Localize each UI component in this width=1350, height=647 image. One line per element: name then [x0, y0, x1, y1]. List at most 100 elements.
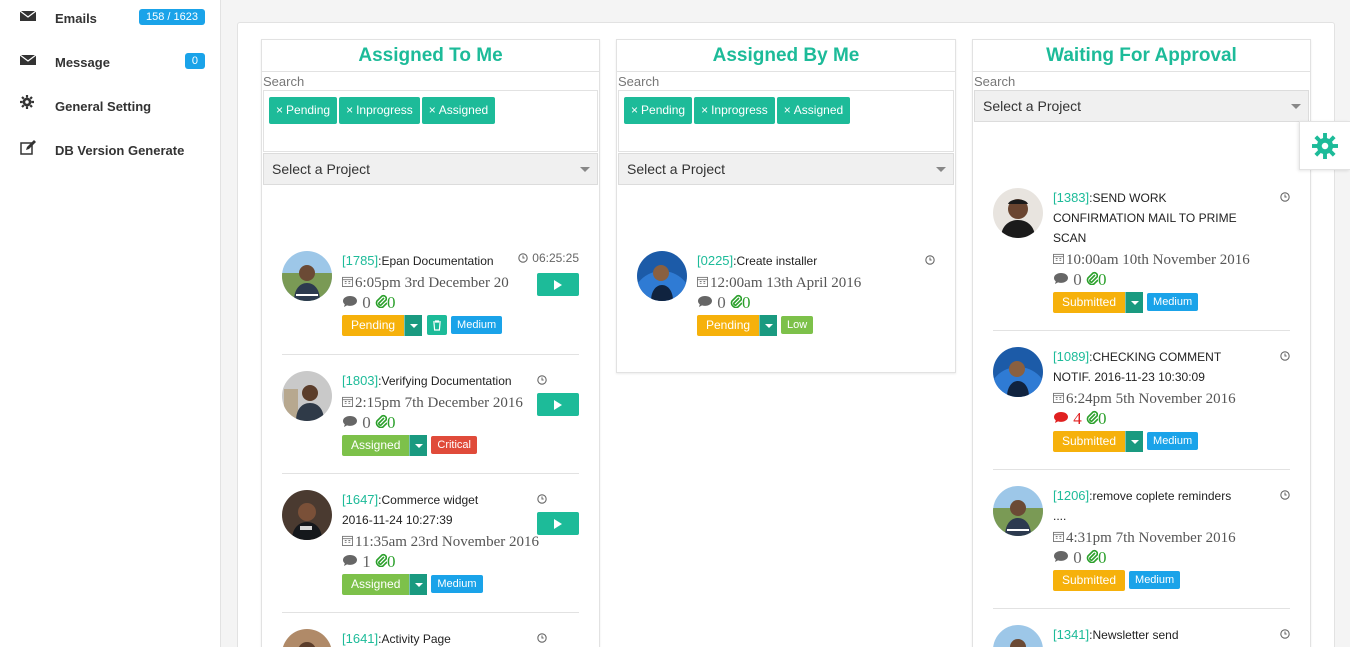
settings-toggle-button[interactable] [1299, 121, 1350, 170]
filter-tag[interactable]: × Pending [269, 97, 338, 124]
remove-tag-icon[interactable]: × [701, 103, 708, 117]
sidebar-item-general-setting[interactable]: General Setting [0, 90, 220, 134]
remove-tag-icon[interactable]: × [784, 103, 791, 117]
remove-tag-icon[interactable]: × [429, 103, 436, 117]
project-select[interactable]: Select a Project [974, 90, 1309, 122]
comment-icon [698, 296, 712, 307]
gear-icon [1312, 133, 1338, 159]
comment-icon [343, 555, 357, 566]
task-counts: 0 0 [697, 293, 935, 314]
task-id-link[interactable]: [0225] [697, 253, 733, 268]
task-counts: 0 0 [342, 413, 579, 434]
clock-icon [1280, 629, 1290, 639]
edit-icon [20, 140, 36, 155]
remove-tag-icon[interactable]: × [631, 103, 638, 117]
task-id-link[interactable]: [1206] [1053, 488, 1089, 503]
envelope-icon [20, 10, 36, 21]
paperclip-icon [375, 414, 388, 429]
sidebar-item-emails[interactable]: Emails 158 / 1623 [0, 2, 220, 46]
comment-icon [343, 416, 357, 427]
filter-tag[interactable]: × Assigned [421, 97, 496, 124]
calendar-icon [1053, 531, 1064, 542]
status-dropdown-button[interactable]: Submitted [1053, 292, 1144, 313]
paperclip-icon [730, 294, 743, 309]
priority-badge: Medium [1147, 432, 1199, 450]
status-dropdown-button[interactable]: Assigned [342, 435, 428, 456]
paperclip-icon [1086, 549, 1099, 564]
remove-tag-icon[interactable]: × [276, 103, 283, 117]
sidebar-item-db-version-generate[interactable]: DB Version Generate [0, 134, 220, 178]
task-id-link[interactable]: [1803] [342, 373, 378, 388]
task-item: [1803]:Verifying Documentation 2:15pm 7t… [282, 371, 579, 461]
priority-badge: Low [781, 316, 814, 334]
task-id-link[interactable]: [1641] [342, 631, 378, 646]
task-item: [1341]:Newsletter send [993, 625, 1290, 647]
remove-tag-icon[interactable]: × [346, 103, 353, 117]
task-counts: 1 0 [342, 552, 579, 573]
status-dropdown-button[interactable]: Assigned [342, 574, 428, 595]
clock-icon [1280, 351, 1290, 361]
divider [993, 469, 1290, 470]
comment-icon [1054, 412, 1068, 423]
avatar [282, 251, 332, 301]
task-title: :Epan Documentation [378, 254, 494, 268]
filter-tag[interactable]: × Inprogress [694, 97, 775, 124]
filter-tag[interactable]: × Pending [624, 97, 693, 124]
task-date: 4:31pm 7th November 2016 [1053, 530, 1290, 547]
caret-down-icon[interactable] [1125, 431, 1144, 452]
caret-down-icon[interactable] [409, 435, 428, 456]
task-date: 12:00am 13th April 2016 [697, 275, 935, 292]
sidebar-item-message[interactable]: Message 0 [0, 46, 220, 90]
task-counts: 0 0 [1053, 548, 1290, 569]
task-title-continued: NOTIF. 2016-11-23 10:30:09 [1053, 370, 1205, 384]
calendar-icon [1053, 392, 1064, 403]
task-title: :SEND WORK [1089, 191, 1167, 205]
count-badge: 158 / 1623 [139, 9, 205, 25]
calendar-icon [697, 276, 708, 287]
task-id-link[interactable]: [1785] [342, 253, 378, 268]
task-item: [0225]:Create installer 12:00am 13th Apr… [637, 251, 935, 341]
caret-down-icon[interactable] [759, 315, 778, 336]
calendar-icon [342, 276, 353, 287]
task-date: 10:00am 10th November 2016 [1053, 252, 1290, 269]
task-counts: 0 0 [1053, 270, 1290, 291]
start-timer-button[interactable] [537, 393, 579, 416]
column-waiting-for-approval: Waiting For Approval Search Select a Pro… [972, 39, 1311, 647]
task-id-link[interactable]: [1089] [1053, 349, 1089, 364]
comment-icon [343, 296, 357, 307]
status-filter-input[interactable]: × Pending × Inprogress × Assigned [618, 90, 954, 152]
task-counts: 4 0 [1053, 409, 1290, 430]
paperclip-icon [1086, 271, 1099, 286]
trash-icon [433, 320, 442, 331]
start-timer-button[interactable] [537, 512, 579, 535]
caret-down-icon[interactable] [409, 574, 428, 595]
filter-tag[interactable]: × Assigned [776, 97, 851, 124]
project-select[interactable]: Select a Project [263, 153, 598, 185]
project-select[interactable]: Select a Project [618, 153, 954, 185]
task-item: [1383]:SEND WORK CONFIRMATION MAIL TO PR… [993, 188, 1290, 316]
status-filter-input[interactable]: × Pending × Inprogress × Assigned [263, 90, 598, 152]
clock-icon [537, 494, 547, 504]
task-title: :CHECKING COMMENT [1089, 350, 1222, 364]
status-button[interactable]: Submitted [1053, 570, 1126, 591]
start-timer-button[interactable] [537, 273, 579, 296]
status-dropdown-button[interactable]: Pending [342, 315, 423, 336]
status-dropdown-button[interactable]: Pending [697, 315, 778, 336]
task-title: :Verifying Documentation [378, 374, 512, 388]
caret-down-icon[interactable] [404, 315, 423, 336]
status-dropdown-button[interactable]: Submitted [1053, 431, 1144, 452]
paperclip-icon [375, 294, 388, 309]
avatar [637, 251, 687, 301]
count-badge: 0 [184, 53, 205, 69]
filter-tag[interactable]: × Inprogress [339, 97, 420, 124]
clock-icon [537, 375, 547, 385]
caret-down-icon[interactable] [1125, 292, 1144, 313]
delete-button[interactable] [427, 315, 448, 335]
task-id-link[interactable]: [1647] [342, 492, 378, 507]
task-id-link[interactable]: [1383] [1053, 190, 1089, 205]
priority-badge: Medium [431, 575, 483, 593]
clock-icon [1280, 192, 1290, 202]
clock-icon [537, 633, 547, 643]
task-id-link[interactable]: [1341] [1053, 627, 1089, 642]
task-item: [1206]:remove coplete reminders .... 4:3… [993, 486, 1290, 596]
